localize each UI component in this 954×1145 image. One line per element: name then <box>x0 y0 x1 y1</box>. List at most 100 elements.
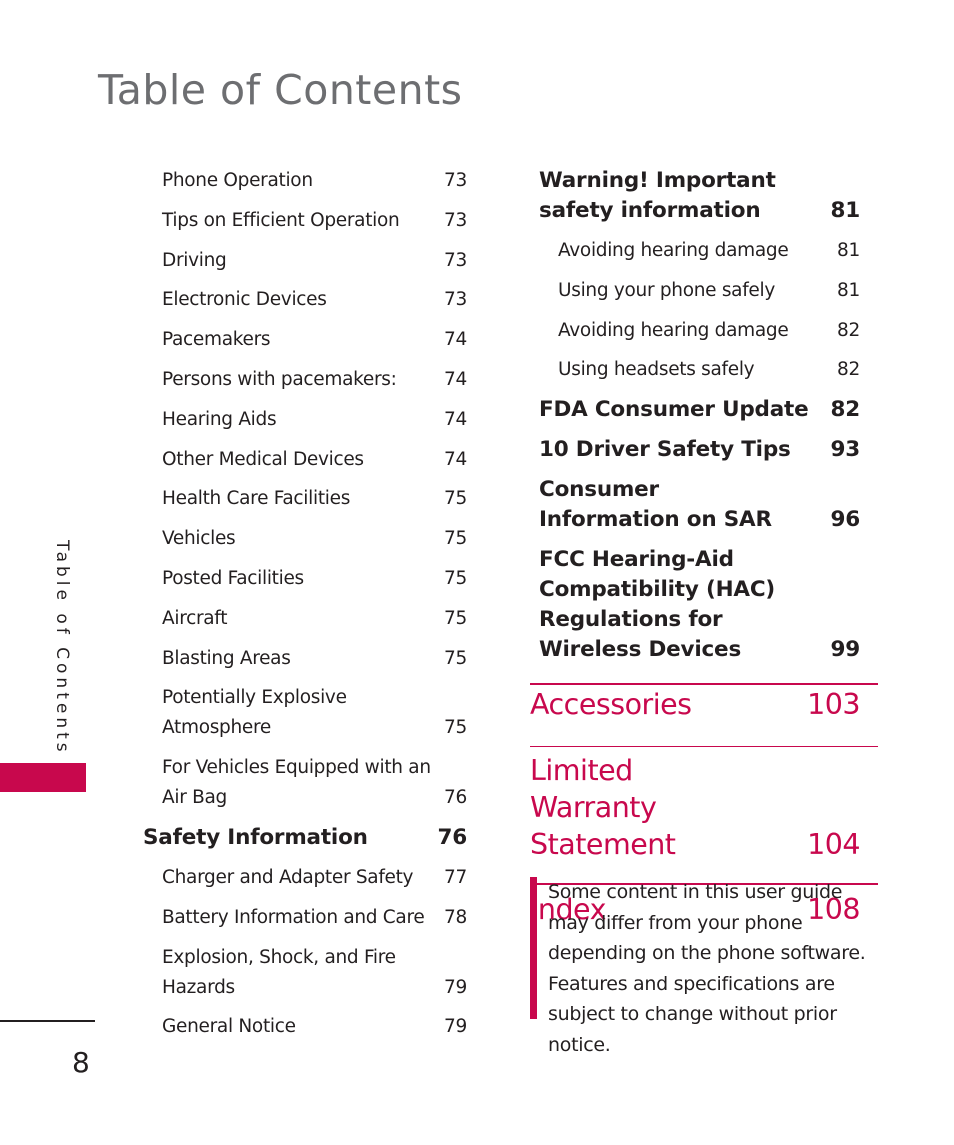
toc-entry-label: Avoiding hearing damage <box>558 319 789 341</box>
toc-entry-page: 75 <box>444 647 467 669</box>
toc-entry-label: Blasting Areas <box>162 647 291 669</box>
toc-entry-page: 82 <box>830 397 860 423</box>
toc-entry-label: Avoiding hearing damage <box>558 240 789 261</box>
toc-entry[interactable]: Health Care Facilities 75 <box>162 484 467 514</box>
toc-entry[interactable]: Tips on Efficient Operation 73 <box>162 206 467 236</box>
toc-entry-page: 76 <box>437 824 467 850</box>
toc-entry-page: 73 <box>444 249 467 271</box>
toc-entry-page: 74 <box>444 408 467 430</box>
toc-entry-label: Tips on Efficient Operation <box>162 209 400 231</box>
chapter-entry-accessories[interactable]: Accessories 103 <box>530 686 860 723</box>
toc-entry[interactable]: Blasting Areas 75 <box>162 644 467 674</box>
footer-rule <box>0 1020 95 1022</box>
toc-entry-page: 74 <box>444 368 467 390</box>
toc-entry-page: 77 <box>444 866 467 888</box>
toc-entry-page: 82 <box>837 319 860 341</box>
toc-section-entry[interactable]: Safety Information 76 <box>143 823 467 853</box>
toc-entry-page: 75 <box>444 488 467 510</box>
toc-entry-label: FDA Consumer Update <box>539 397 809 423</box>
toc-entry[interactable]: For Vehicles Equipped with an Air Bag 76 <box>162 753 467 813</box>
toc-section-entry[interactable]: Warning! Important safety information 81 <box>539 166 860 226</box>
toc-entry-page: 79 <box>444 976 467 998</box>
toc-entry[interactable]: Avoiding hearing damage 82 <box>558 316 860 346</box>
toc-entry-label: Explosion, Shock, and Fire Hazards <box>162 946 396 998</box>
chapter-page: 103 <box>807 687 860 721</box>
toc-entry-label: Consumer Information on SAR <box>539 477 772 533</box>
toc-entry-page: 73 <box>444 170 467 191</box>
toc-entry-page: 81 <box>837 240 860 261</box>
toc-entry-page: 75 <box>444 607 467 629</box>
toc-entry-label: For Vehicles Equipped with an Air Bag <box>162 757 431 809</box>
toc-entry-label: Using headsets safely <box>558 359 755 381</box>
toc-entry[interactable]: Posted Facilities 75 <box>162 564 467 594</box>
toc-entry[interactable]: Potentially Explosive Atmosphere 75 <box>162 683 467 743</box>
toc-entry[interactable]: Aircraft 75 <box>162 604 467 634</box>
toc-entry-label: Potentially Explosive Atmosphere <box>162 687 347 739</box>
chapter-page: 104 <box>807 828 860 862</box>
page-title: Table of Contents <box>98 66 463 114</box>
toc-entry-label: Warning! Important safety information <box>539 168 776 223</box>
toc-entry-label: Charger and Adapter Safety <box>162 866 414 888</box>
toc-section-entry[interactable]: 10 Driver Safety Tips 93 <box>539 435 860 465</box>
toc-entry-page: 73 <box>444 209 467 231</box>
toc-entry-label: Posted Facilities <box>162 567 304 589</box>
toc-entry-page: 79 <box>444 1016 467 1038</box>
toc-entry-page: 93 <box>830 437 860 463</box>
toc-right-column: Warning! Important safety information 81 … <box>530 166 878 928</box>
toc-entry-page: 75 <box>444 567 467 589</box>
toc-entry-label: Aircraft <box>162 607 228 629</box>
section-tab-marker <box>0 763 86 792</box>
toc-entry[interactable]: General Notice 79 <box>162 1012 467 1042</box>
toc-entry[interactable]: Vehicles 75 <box>162 524 467 554</box>
toc-entry-page: 78 <box>444 906 467 928</box>
note-text: Some content in this user guide may diff… <box>548 881 866 1056</box>
toc-entry-label: FCC Hearing-Aid Compatibility (HAC) Regu… <box>539 547 776 663</box>
toc-section-entry[interactable]: FDA Consumer Update 82 <box>539 395 860 425</box>
toc-entry-page: 96 <box>830 507 860 533</box>
toc-entry-label: General Notice <box>162 1016 296 1038</box>
toc-entry[interactable]: Pacemakers 74 <box>162 325 467 355</box>
toc-entry-page: 75 <box>444 528 467 550</box>
chapter-divider <box>530 745 878 748</box>
toc-entry-page: 73 <box>444 289 467 311</box>
toc-section-entry[interactable]: Consumer Information on SAR 96 <box>539 475 860 535</box>
toc-section-entry[interactable]: FCC Hearing-Aid Compatibility (HAC) Regu… <box>539 545 860 665</box>
toc-entry[interactable]: Avoiding hearing damage 81 <box>558 236 860 266</box>
toc-entry-label: Electronic Devices <box>162 289 327 311</box>
chapter-entry-limited-warranty[interactable]: Limited Warranty Statement 104 <box>530 752 860 863</box>
chapter-divider <box>530 683 878 685</box>
toc-entry-label: Health Care Facilities <box>162 488 351 510</box>
toc-entry-label: Safety Information <box>143 824 368 850</box>
toc-entry[interactable]: Explosion, Shock, and Fire Hazards 79 <box>162 943 467 1003</box>
toc-entry[interactable]: Hearing Aids 74 <box>162 405 467 435</box>
toc-entry[interactable]: Battery Information and Care 78 <box>162 903 467 933</box>
toc-entry-page: 74 <box>444 448 467 470</box>
toc-entry[interactable]: Other Medical Devices 74 <box>162 445 467 475</box>
toc-entry[interactable]: Phone Operation 73 <box>162 166 467 196</box>
toc-entry-label: Other Medical Devices <box>162 448 364 470</box>
toc-left-column: Phone Operation 73 Tips on Efficient Oper… <box>143 166 467 1052</box>
toc-entry[interactable]: Persons with pacemakers: 74 <box>162 365 467 395</box>
toc-entry-page: 99 <box>830 637 860 663</box>
toc-entry-page: 74 <box>444 329 467 351</box>
toc-entry[interactable]: Using headsets safely 82 <box>558 355 860 385</box>
chapter-label: Limited Warranty Statement <box>530 754 676 862</box>
toc-entry-label: Driving <box>162 249 227 271</box>
toc-entry[interactable]: Using your phone safely 81 <box>558 276 860 306</box>
side-section-label: Table of Contents <box>52 540 72 756</box>
page-number: 8 <box>72 1046 90 1079</box>
toc-entry-label: Using your phone safely <box>558 279 775 301</box>
toc-entry-page: 81 <box>837 279 860 301</box>
chapter-label: Accessories <box>530 687 692 721</box>
toc-entry-label: Phone Operation <box>162 170 313 191</box>
toc-entry-label: 10 Driver Safety Tips <box>539 437 791 463</box>
toc-entry-label: Persons with pacemakers: <box>162 368 397 390</box>
toc-entry[interactable]: Charger and Adapter Safety 77 <box>162 863 467 893</box>
toc-entry-label: Battery Information and Care <box>162 906 425 928</box>
toc-entry[interactable]: Electronic Devices 73 <box>162 285 467 315</box>
toc-entry[interactable]: Driving 73 <box>162 246 467 276</box>
toc-entry-page: 76 <box>444 787 467 809</box>
toc-entry-label: Hearing Aids <box>162 408 277 430</box>
note-accent-bar <box>530 877 537 1019</box>
toc-entry-page: 82 <box>837 359 860 381</box>
